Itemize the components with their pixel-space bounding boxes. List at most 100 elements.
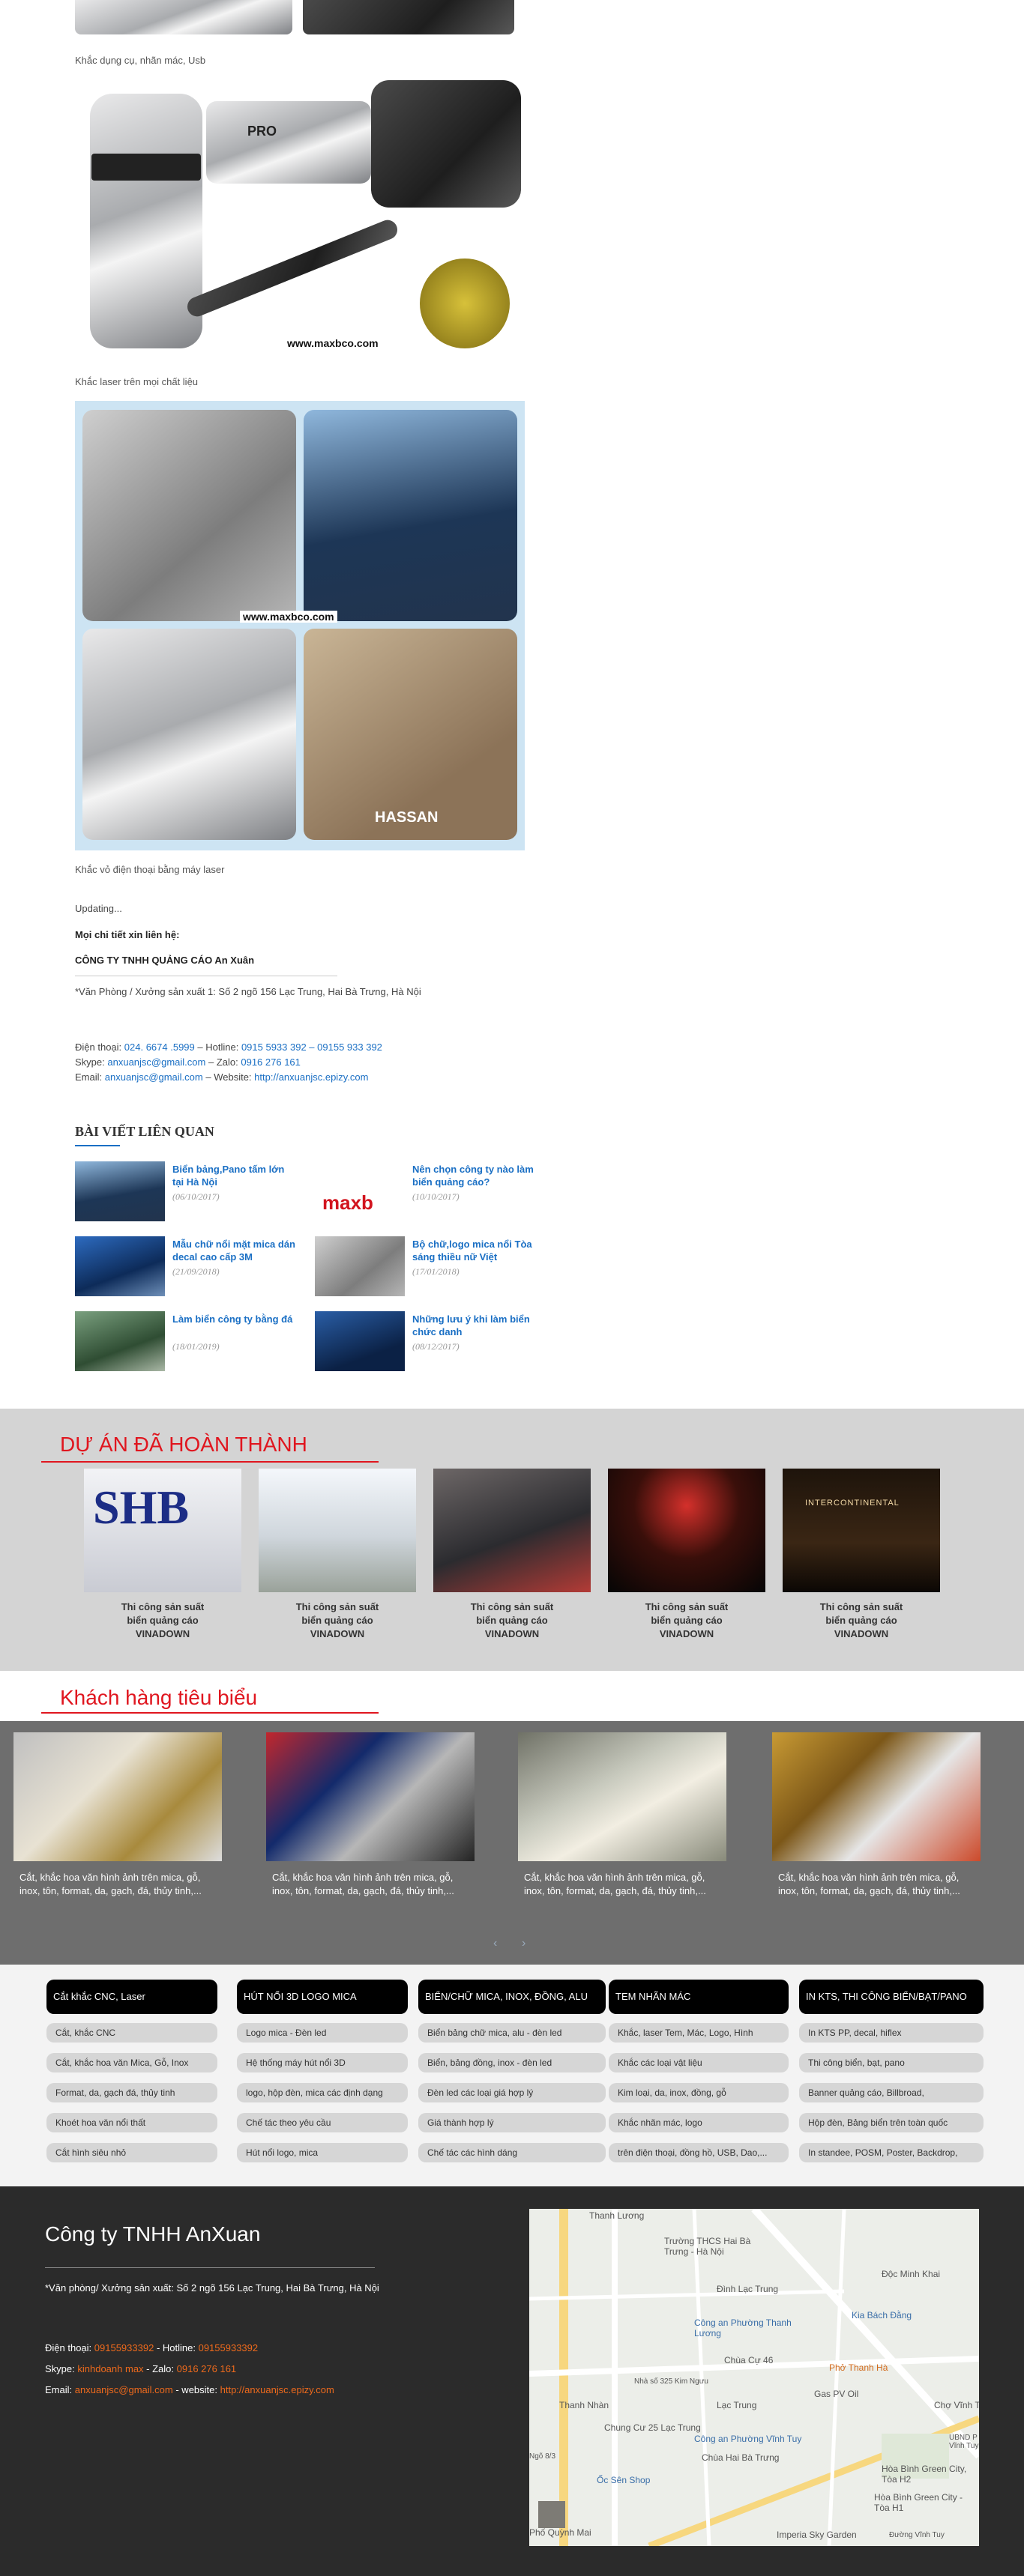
footer-hotline-link[interactable]: 09155933392 bbox=[199, 2342, 259, 2353]
footer-skype-line: Skype: kinhdoanh max - Zalo: 0916 276 16… bbox=[45, 2363, 237, 2374]
footer-skype-link[interactable]: kinhdoanh max bbox=[77, 2363, 143, 2374]
map-label: Công an Phường Thanh Lương bbox=[694, 2318, 792, 2338]
customer-image-1[interactable] bbox=[13, 1732, 222, 1861]
category-item[interactable]: Giá thành hợp lý bbox=[418, 2113, 606, 2132]
category-item[interactable]: Đèn led các loại giá hợp lý bbox=[418, 2083, 606, 2102]
category-header-printing[interactable]: IN KTS, THI CÔNG BIỂN/BẠT/PANO bbox=[799, 1980, 984, 2014]
footer-website-link[interactable]: http://anxuanjsc.epizy.com bbox=[220, 2384, 334, 2395]
map-label: Lạc Trung bbox=[717, 2400, 757, 2410]
category-item[interactable]: Chế tác các hình dáng bbox=[418, 2143, 606, 2162]
category-item[interactable]: Biển, bảng đồng, inox - đèn led bbox=[418, 2053, 606, 2072]
skype-link[interactable]: anxuanjsc@gmail.com bbox=[107, 1056, 205, 1068]
zalo-link[interactable]: 0916 276 161 bbox=[241, 1056, 301, 1068]
category-item[interactable]: trên điện thoại, đồng hồ, USB, Dao,... bbox=[609, 2143, 789, 2162]
footer-phone-link[interactable]: 09155933392 bbox=[94, 2342, 154, 2353]
category-item[interactable]: Khắc nhãn mác, logo bbox=[609, 2113, 789, 2132]
customers-heading-rule bbox=[41, 1712, 379, 1714]
map-label: Trường THCS Hai Bà Trưng - Hà Nội bbox=[664, 2236, 751, 2257]
related-heading: BÀI VIẾT LIÊN QUAN bbox=[75, 1124, 214, 1139]
category-item[interactable]: In KTS PP, decal, hiflex bbox=[799, 2023, 984, 2043]
category-item[interactable]: Thi công biển, bạt, pano bbox=[799, 2053, 984, 2072]
tools-image-top-left bbox=[75, 0, 292, 34]
category-item[interactable]: Kim loại, da, inox, đồng, gỗ bbox=[609, 2083, 789, 2102]
category-item[interactable]: Hộp đèn, Bảng biển trên toàn quốc bbox=[799, 2113, 984, 2132]
phone-line: Điện thoại: 024. 6674 .5999 – Hotline: 0… bbox=[75, 1041, 382, 1053]
customer-caption-3: Cắt, khắc hoa văn hình ảnh trên mica, gỗ… bbox=[524, 1872, 706, 1896]
project-image-2[interactable] bbox=[259, 1469, 416, 1592]
related-date-2: (10/10/2017) bbox=[412, 1191, 460, 1202]
category-item[interactable]: logo, hộp đèn, mica các định dạng bbox=[237, 2083, 408, 2102]
related-title-3[interactable]: Mẫu chữ nổi mặt mica dán decal cao cấp 3… bbox=[172, 1238, 296, 1263]
footer-title-rule bbox=[45, 2267, 375, 2268]
related-thumb-2[interactable]: maxb bbox=[315, 1161, 405, 1221]
customer-image-3[interactable] bbox=[518, 1732, 726, 1861]
related-title-4[interactable]: Bộ chữ,logo mica nổi Tòa sáng thiều nữ V… bbox=[412, 1238, 536, 1263]
category-item[interactable]: Cắt hình siêu nhỏ bbox=[46, 2143, 217, 2162]
project-image-1[interactable]: SHB bbox=[84, 1469, 241, 1592]
customer-image-2[interactable] bbox=[266, 1732, 475, 1861]
footer-address: *Văn phòng/ Xưởng sản xuất: Số 2 ngõ 156… bbox=[45, 2282, 379, 2294]
category-item[interactable]: Biển bảng chữ mica, alu - đèn led bbox=[418, 2023, 606, 2043]
category-item[interactable]: Logo mica - Đèn led bbox=[237, 2023, 408, 2043]
project-image-4[interactable] bbox=[608, 1469, 765, 1592]
maxb-logo: maxb bbox=[322, 1191, 373, 1214]
intercontinental-sign: INTERCONTINENTAL bbox=[805, 1499, 900, 1508]
map-label: Thanh Lương bbox=[589, 2210, 645, 2221]
map-label: Chùa Cự 46 bbox=[724, 2355, 774, 2365]
project-image-3[interactable] bbox=[433, 1469, 591, 1592]
related-thumb-6[interactable] bbox=[315, 1311, 405, 1371]
category-item[interactable]: Khắc các loại vật liệu bbox=[609, 2053, 789, 2072]
related-thumb-5[interactable] bbox=[75, 1311, 165, 1371]
category-item[interactable]: Khoét hoa văn nổi thất bbox=[46, 2113, 217, 2132]
related-title-1[interactable]: Biển bảng,Pano tấm lớn tại Hà Nội bbox=[172, 1163, 296, 1188]
related-title-5[interactable]: Làm biển công ty bằng đá bbox=[172, 1313, 296, 1325]
category-item[interactable]: In standee, POSM, Poster, Backdrop, bbox=[799, 2143, 984, 2162]
engraved-tools-image: PRO www.maxbco.com bbox=[75, 79, 525, 356]
category-header-labels[interactable]: TEM NHÃN MÁC bbox=[609, 1980, 789, 2014]
customer-image-4[interactable] bbox=[772, 1732, 981, 1861]
footer-company-title: Công ty TNHH AnXuan bbox=[45, 2222, 261, 2246]
email-line: Email: anxuanjsc@gmail.com – Website: ht… bbox=[75, 1071, 369, 1083]
location-map[interactable]: Thanh Lương Trường THCS Hai Bà Trưng - H… bbox=[529, 2209, 979, 2546]
category-item[interactable]: Cắt, khắc CNC bbox=[46, 2023, 217, 2043]
carousel-prev-button[interactable]: ‹ bbox=[493, 1937, 497, 1950]
map-label: Chung Cư 25 Lạc Trung bbox=[604, 2422, 701, 2433]
project-image-5[interactable]: INTERCONTINENTAL bbox=[783, 1469, 940, 1592]
ipad-engraved bbox=[82, 629, 296, 840]
related-thumb-1[interactable] bbox=[75, 1161, 165, 1221]
category-item[interactable]: Hút nổi logo, mica bbox=[237, 2143, 408, 2162]
map-label: Phở Thanh Hà bbox=[829, 2362, 888, 2373]
category-header-signs[interactable]: BIỂN/CHỮ MICA, INOX, ĐỒNG, ALU bbox=[418, 1980, 606, 2014]
shb-sign: SHB bbox=[93, 1481, 190, 1534]
caption-phone: Khắc vỏ điện thoại bằng máy laser bbox=[75, 864, 225, 875]
category-header-cnc[interactable]: Cắt khắc CNC, Laser bbox=[46, 1980, 217, 2014]
category-item[interactable]: Cắt, khắc hoa văn Mica, Gỗ, Inox bbox=[46, 2053, 217, 2072]
map-label: Gas PV Oil bbox=[814, 2389, 859, 2399]
category-item[interactable]: Hệ thống máy hút nổi 3D bbox=[237, 2053, 408, 2072]
laser-phones-image: HASSAN www.maxbco.com bbox=[75, 401, 525, 850]
related-title-6[interactable]: Những lưu ý khi làm biển chức danh bbox=[412, 1313, 536, 1338]
category-item[interactable]: Khắc, laser Tem, Mác, Logo, Hình bbox=[609, 2023, 789, 2043]
caption-laser: Khắc laser trên mọi chất liệu bbox=[75, 376, 199, 387]
map-label: Ốc Sên Shop bbox=[597, 2475, 651, 2485]
footer-email-link[interactable]: anxuanjsc@gmail.com bbox=[75, 2384, 173, 2395]
related-title-2[interactable]: Nên chọn công ty nào làm biển quảng cáo? bbox=[412, 1163, 536, 1188]
footer-zalo-link[interactable]: 0916 276 161 bbox=[177, 2363, 237, 2374]
category-item[interactable]: Banner quảng cáo, Billbroad, bbox=[799, 2083, 984, 2102]
website-link[interactable]: http://anxuanjsc.epizy.com bbox=[254, 1071, 368, 1083]
related-thumb-3[interactable] bbox=[75, 1236, 165, 1296]
image-watermark: www.maxbco.com bbox=[287, 337, 379, 349]
map-label: Độc Minh Khai bbox=[882, 2269, 941, 2279]
related-thumb-4[interactable] bbox=[315, 1236, 405, 1296]
phone-link[interactable]: 024. 6674 .5999 bbox=[124, 1041, 195, 1053]
email-link[interactable]: anxuanjsc@gmail.com bbox=[105, 1071, 203, 1083]
related-date-3: (21/09/2018) bbox=[172, 1266, 220, 1277]
carousel-next-button[interactable]: › bbox=[522, 1937, 525, 1950]
category-item[interactable]: Chế tác theo yêu cầu bbox=[237, 2113, 408, 2132]
category-header-3d-logo[interactable]: HÚT NỔI 3D LOGO MICA bbox=[237, 1980, 408, 2014]
map-label: Hòa Bình Green City, Tòa H2 bbox=[882, 2464, 967, 2485]
related-heading-rule bbox=[75, 1145, 120, 1146]
image-watermark-2: www.maxbco.com bbox=[240, 611, 337, 623]
hotline-link[interactable]: 0915 5933 392 – 09155 933 392 bbox=[241, 1041, 382, 1053]
category-item[interactable]: Format, da, gạch đá, thủy tinh bbox=[46, 2083, 217, 2102]
